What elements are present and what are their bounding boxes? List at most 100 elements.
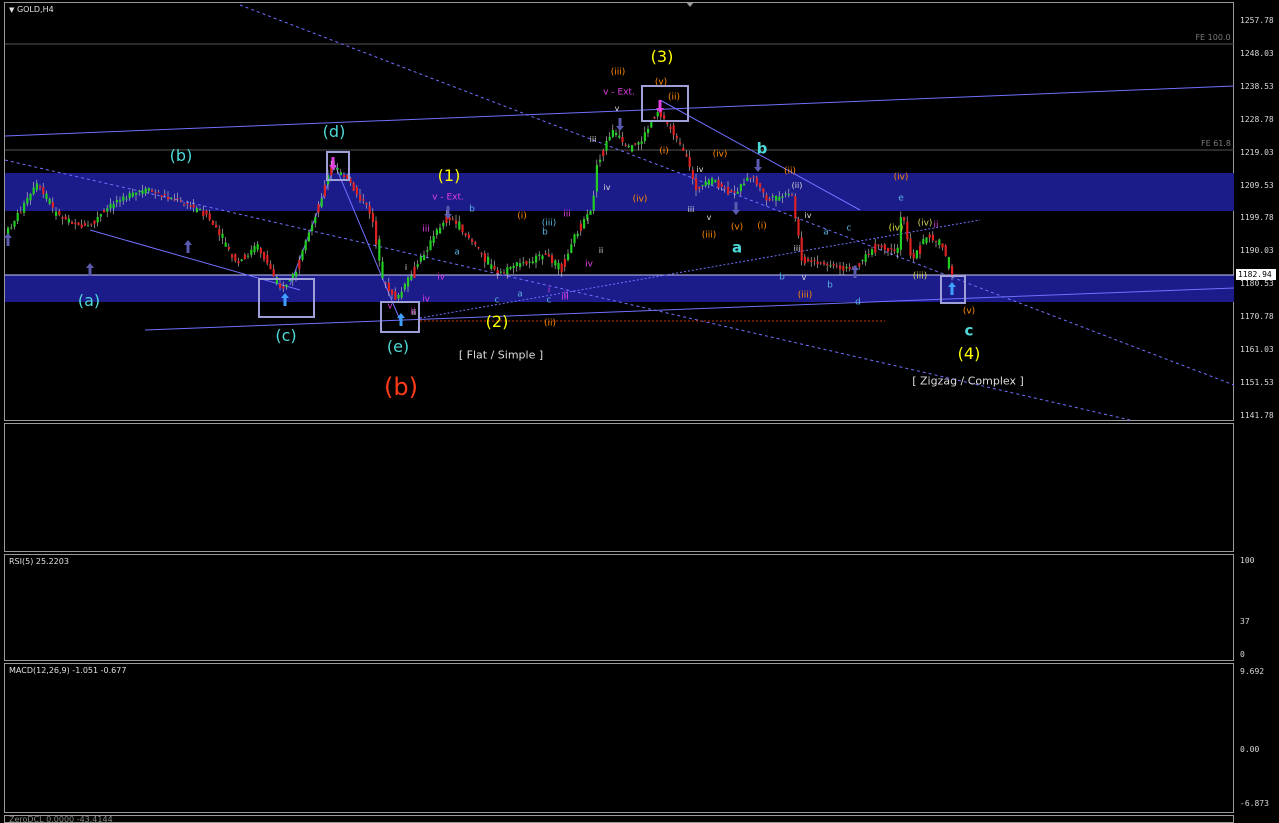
wave-label-big-b: (b) xyxy=(384,373,418,401)
wave-label-iii-o3: (iii) xyxy=(797,290,813,301)
price-tick: 1219.03 xyxy=(1240,147,1274,157)
wave-label-w-iii: iii xyxy=(589,135,597,144)
wave-label-w-iv: iv xyxy=(603,183,611,192)
wave-label-b-high: (b) xyxy=(169,146,193,165)
price-tick: 1199.78 xyxy=(1240,213,1274,223)
wave-label-iv-o: (iv) xyxy=(632,194,648,205)
wave-label-iv-o3: (iv) xyxy=(893,172,909,183)
price-tick: 1209.53 xyxy=(1240,180,1274,190)
wave-label-iii-o: (iii) xyxy=(610,67,626,78)
wave-label-c-low: (c) xyxy=(275,326,297,345)
wave-label-w3: (3) xyxy=(650,47,674,66)
rsi-axis: 100 37 0 xyxy=(1235,554,1279,661)
fe618-label: FE 61.8 xyxy=(1200,139,1232,148)
wave-label-v-ext-3: v - Ext. xyxy=(603,87,635,98)
price-tick: 1190.03 xyxy=(1240,246,1274,256)
price-tick: 1248.03 xyxy=(1240,48,1274,58)
wave-label-iii-o4: (iii) xyxy=(912,271,928,282)
macd-pane[interactable]: MACD(12,26,9) -1.051 -0.677 xyxy=(4,663,1234,813)
main-chart-pane[interactable]: ▼ GOLD,H4 xyxy=(4,2,1234,421)
price-tick: 1170.78 xyxy=(1240,312,1274,322)
rsi-title: RSI(5) 25.2203 xyxy=(9,557,69,566)
price-tick: 1238.53 xyxy=(1240,81,1274,91)
wave-label-c-cyan: c xyxy=(964,321,974,340)
wave-label-iii-ww: (iii) xyxy=(541,218,557,229)
wave-label-s-c2: c xyxy=(546,295,552,306)
wave-label-m-i: i xyxy=(547,285,551,296)
wave-label-iv-o4: (iv) xyxy=(917,218,933,229)
wave-label-w4: (4) xyxy=(957,344,981,363)
price-tick: 1228.78 xyxy=(1240,114,1274,124)
rsi-pane[interactable]: RSI(5) 25.2203 xyxy=(4,554,1234,661)
wave-label-w1: (1) xyxy=(437,166,461,185)
wave-label-v-o3: (v) xyxy=(962,306,976,317)
wave-label-m-iv3: iv xyxy=(422,294,430,305)
wave-label-w2: (2) xyxy=(485,312,509,331)
wave-label-s-b3: b xyxy=(827,280,833,291)
macd-axis: 9.692 0.00 -6.873 xyxy=(1235,663,1279,813)
wave-label-s-c: c xyxy=(494,295,500,306)
fe100-label: FE 100.0 xyxy=(1195,33,1231,42)
wave-label-w-ii: ii xyxy=(411,308,417,317)
price-tick: 1151.53 xyxy=(1240,377,1274,387)
wave-label-s-b2: b xyxy=(542,227,548,238)
current-price-label: 1182.94 xyxy=(1236,269,1276,280)
macd-tick-zero: 0.00 xyxy=(1240,745,1260,754)
wave-label-w-iii2: iii xyxy=(687,205,695,214)
wave-label-a-low: (a) xyxy=(77,291,101,310)
wave-label-v-ext-1: v - Ext. xyxy=(432,192,464,203)
indicator-pane-bands[interactable] xyxy=(4,423,1234,552)
wave-label-s-b4: b xyxy=(779,272,785,283)
wave-label-m-iv: iv xyxy=(437,272,445,283)
wave-label-m-ii3: ii xyxy=(563,290,569,301)
wave-label-s-b: b xyxy=(469,204,475,215)
wave-label-flat-simple: [ Flat / Simple ] xyxy=(458,348,544,362)
wave-label-i-o: (i) xyxy=(659,146,669,157)
wave-label-s-c3: c xyxy=(846,223,852,234)
scroll-marker-icon[interactable] xyxy=(686,2,694,7)
wave-label-i-o3: (i) xyxy=(517,211,527,222)
macd-tick-high: 9.692 xyxy=(1240,667,1265,676)
wave-label-w-i2: i xyxy=(586,217,590,226)
wave-label-m-iv2: iv xyxy=(585,259,593,270)
wave-label-s-a2: a xyxy=(517,289,523,300)
wave-label-a-cyan: a xyxy=(731,238,743,257)
wave-label-ii-ww: (ii) xyxy=(791,181,803,190)
macd-tick-low: -6.873 xyxy=(1240,799,1269,808)
menu-triangle-icon[interactable]: ▼ xyxy=(9,6,14,14)
price-tick: 1180.53 xyxy=(1240,279,1274,289)
symbol-title: GOLD,H4 xyxy=(16,5,54,14)
wave-label-d-high: (d) xyxy=(322,122,346,141)
price-axis: 1257.78 1248.03 1238.53 1228.78 1219.03 1209.… xyxy=(1235,2,1279,421)
wave-label-ii-o3: (ii) xyxy=(543,318,557,329)
rsi-tick-0: 0 xyxy=(1240,650,1245,659)
wave-label-s-a3: a xyxy=(823,227,829,238)
wave-label-w-i: i xyxy=(404,263,408,272)
price-tick: 1141.78 xyxy=(1240,410,1274,420)
wave-label-ii-o: (ii) xyxy=(667,92,681,103)
wave-label-ii-o2: (ii) xyxy=(783,166,797,177)
price-tick: 1257.78 xyxy=(1240,16,1274,25)
wave-label-b-cyan: b xyxy=(756,139,768,158)
macd-title: MACD(12,26,9) -1.051 -0.677 xyxy=(9,666,127,675)
wave-label-m-iii2: iii xyxy=(563,209,571,220)
wave-label-e-low: (e) xyxy=(386,337,410,356)
price-tick: 1161.03 xyxy=(1240,345,1274,354)
wave-label-iii-o2: (iii) xyxy=(701,230,717,241)
wave-label-v-o2: (v) xyxy=(730,222,744,233)
wave-label-v-o: (v) xyxy=(654,77,668,88)
bottom-indicator-strip[interactable]: ZeroDCL 0.0000 -43.4144 xyxy=(4,815,1234,823)
wave-label-w-iii3: iii xyxy=(793,244,801,253)
wave-label-i-o2: (i) xyxy=(757,221,767,232)
wave-label-w-iv3: iv xyxy=(804,211,812,220)
wave-label-zigzag-complex: [ Zigzag / Complex ] xyxy=(912,374,1024,388)
wave-label-m-ii2: ii xyxy=(933,220,939,231)
wave-label-m-v: v xyxy=(387,301,393,312)
wave-label-iv-o2: (iv) xyxy=(712,149,728,160)
wave-label-iv-ww: (iv) xyxy=(888,223,904,234)
rsi-tick-100: 100 xyxy=(1240,556,1255,565)
chart-title: ▼ GOLD,H4 xyxy=(9,5,54,14)
wave-label-m-iii: iii xyxy=(422,224,430,235)
rsi-tick-37: 37 xyxy=(1240,617,1250,626)
wave-label-w-v: v xyxy=(614,104,620,113)
